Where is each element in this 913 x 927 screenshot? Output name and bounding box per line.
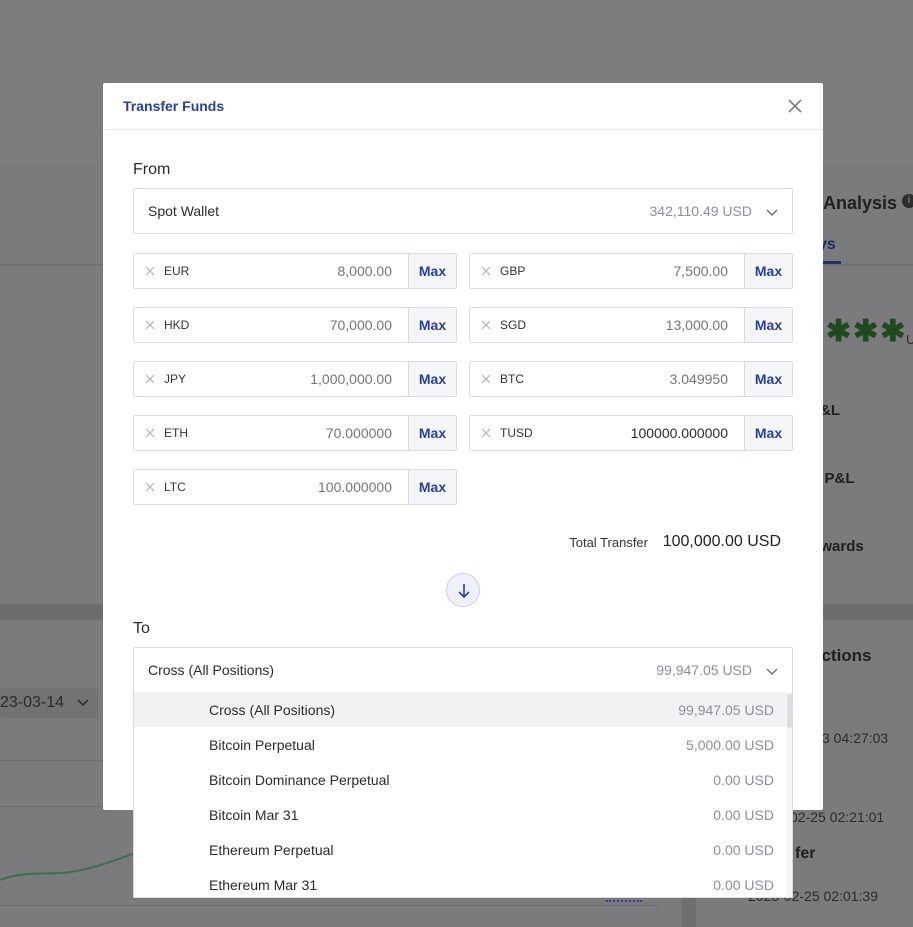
max-button[interactable]: Max bbox=[744, 416, 792, 450]
option-name: Bitcoin Dominance Perpetual bbox=[209, 772, 390, 788]
option-balance: 0.00 USD bbox=[713, 842, 774, 858]
bg-analysis-title: Analysis bbox=[823, 193, 898, 213]
coin-amount-input[interactable] bbox=[224, 471, 392, 503]
bg-tx-time: 02-25 02:21:01 bbox=[790, 809, 885, 825]
to-label: To bbox=[133, 620, 150, 637]
coin-name: EUR bbox=[164, 264, 190, 278]
coin-amount-input[interactable] bbox=[224, 363, 392, 395]
bg-tx-time: 3 04:27:03 bbox=[822, 730, 889, 746]
coin-name: TUSD bbox=[500, 426, 533, 440]
dropdown-scrollbar-thumb[interactable] bbox=[787, 694, 792, 728]
dropdown-option[interactable]: Bitcoin Perpetual 5,000.00 USD bbox=[134, 727, 788, 762]
max-button[interactable]: Max bbox=[408, 470, 456, 504]
dropdown-option[interactable]: Bitcoin Mar 31 0.00 USD bbox=[134, 797, 788, 832]
option-name: Cross (All Positions) bbox=[209, 702, 336, 718]
option-name: Ethereum Mar 31 bbox=[209, 877, 318, 893]
coin-name: BTC bbox=[500, 372, 524, 386]
coin-amount-input[interactable] bbox=[224, 255, 392, 287]
option-balance: 0.00 USD bbox=[713, 772, 774, 788]
bg-chevron-down-icon bbox=[77, 699, 89, 707]
coin-row-sgd: SGD Max bbox=[469, 307, 793, 343]
coin-row-hkd: HKD Max bbox=[133, 307, 457, 343]
coin-row-ltc: LTC Max bbox=[133, 469, 457, 505]
bg-dotted-link bbox=[606, 900, 642, 902]
swap-direction-button[interactable] bbox=[446, 573, 480, 607]
max-button[interactable]: Max bbox=[744, 254, 792, 288]
bg-row-pl: &L bbox=[820, 402, 840, 419]
dropdown-scrollbar[interactable] bbox=[786, 692, 792, 897]
option-balance: 99,947.05 USD bbox=[678, 702, 774, 718]
bg-chart-gridline bbox=[0, 905, 660, 906]
to-wallet-balance: 99,947.05 USD bbox=[656, 662, 752, 678]
dropdown-option[interactable]: Cross (All Positions) 99,947.05 USD bbox=[134, 692, 788, 727]
coin-name: JPY bbox=[164, 372, 187, 386]
dropdown-option[interactable]: Ethereum Perpetual 0.00 USD bbox=[134, 832, 788, 867]
total-transfer-value: 100,000.00 USD bbox=[662, 533, 781, 550]
dropdown-option[interactable]: Ethereum Mar 31 0.00 USD bbox=[134, 867, 788, 897]
coin-amount-input[interactable] bbox=[560, 309, 728, 341]
arrow-down-icon bbox=[458, 584, 470, 599]
bg-tx-label: fer bbox=[795, 845, 816, 862]
to-wallet-select[interactable]: Cross (All Positions) 99,947.05 USD bbox=[133, 647, 793, 693]
max-button[interactable]: Max bbox=[744, 362, 792, 396]
clear-icon[interactable] bbox=[480, 373, 492, 385]
option-name: Bitcoin Perpetual bbox=[209, 737, 315, 753]
to-wallet-name: Cross (All Positions) bbox=[148, 662, 275, 678]
total-transfer-label: Total Transfer bbox=[569, 535, 648, 550]
clear-icon[interactable] bbox=[144, 481, 156, 493]
coin-row-eur: EUR Max bbox=[133, 253, 457, 289]
bg-chart-line bbox=[0, 852, 136, 881]
coin-amount-input[interactable] bbox=[560, 255, 728, 287]
coin-row-btc: BTC Max bbox=[469, 361, 793, 397]
coin-name: HKD bbox=[164, 318, 190, 332]
coin-row-jpy: JPY Max bbox=[133, 361, 457, 397]
option-balance: 0.00 USD bbox=[713, 877, 774, 893]
coin-name: GBP bbox=[500, 264, 526, 278]
coin-amount-input[interactable] bbox=[560, 363, 728, 395]
clear-icon[interactable] bbox=[480, 427, 492, 439]
coin-name: ETH bbox=[164, 426, 188, 440]
bg-masked-balance: ✱✱✱ bbox=[826, 315, 908, 348]
coin-amount-input[interactable] bbox=[560, 417, 728, 449]
option-balance: 0.00 USD bbox=[713, 807, 774, 823]
info-icon: i bbox=[902, 194, 913, 208]
from-wallet-name: Spot Wallet bbox=[148, 203, 220, 219]
to-wallet-dropdown: Cross (All Positions) 99,947.05 USD Bitcoi… bbox=[133, 692, 793, 898]
chevron-down-icon bbox=[766, 668, 778, 675]
coin-row-gbp: GBP Max bbox=[469, 253, 793, 289]
chevron-down-icon bbox=[766, 209, 778, 216]
coin-row-tusd: TUSD Max bbox=[469, 415, 793, 451]
max-button[interactable]: Max bbox=[408, 362, 456, 396]
bg-masked-suffix: U bbox=[906, 332, 913, 347]
dropdown-option[interactable]: Bitcoin Dominance Perpetual 0.00 USD bbox=[134, 762, 788, 797]
option-balance: 5,000.00 USD bbox=[686, 737, 774, 753]
coin-name: LTC bbox=[164, 480, 186, 494]
coin-amount-input[interactable] bbox=[224, 417, 392, 449]
max-button[interactable]: Max bbox=[408, 416, 456, 450]
modal-title: Transfer Funds bbox=[123, 98, 225, 114]
bg-date-text: 23-03-14 bbox=[0, 694, 65, 711]
max-button[interactable]: Max bbox=[408, 308, 456, 342]
coin-amount-input[interactable] bbox=[224, 309, 392, 341]
modal-header: Transfer Funds bbox=[103, 83, 823, 130]
from-label: From bbox=[133, 161, 171, 178]
option-name: Ethereum Perpetual bbox=[209, 842, 334, 858]
clear-icon[interactable] bbox=[144, 265, 156, 277]
max-button[interactable]: Max bbox=[744, 308, 792, 342]
from-wallet-select[interactable]: Spot Wallet 342,110.49 USD bbox=[133, 188, 793, 234]
close-icon bbox=[788, 99, 802, 113]
option-name: Bitcoin Mar 31 bbox=[209, 807, 299, 823]
clear-icon[interactable] bbox=[480, 265, 492, 277]
clear-icon[interactable] bbox=[144, 373, 156, 385]
clear-icon[interactable] bbox=[480, 319, 492, 331]
coin-name: SGD bbox=[500, 318, 527, 332]
close-button[interactable] bbox=[785, 96, 805, 116]
coin-row-eth: ETH Max bbox=[133, 415, 457, 451]
clear-icon[interactable] bbox=[144, 319, 156, 331]
clear-icon[interactable] bbox=[144, 427, 156, 439]
from-wallet-balance: 342,110.49 USD bbox=[649, 203, 752, 219]
max-button[interactable]: Max bbox=[408, 254, 456, 288]
